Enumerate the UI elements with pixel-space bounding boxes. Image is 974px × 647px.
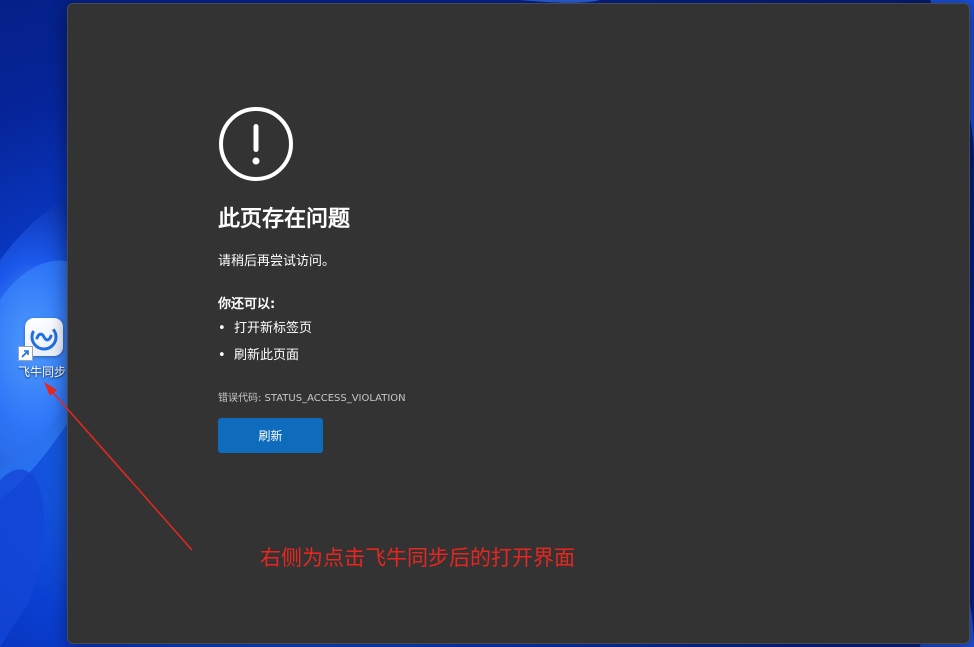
annotation-text: 右侧为点击飞牛同步后的打开界面 xyxy=(260,546,575,570)
bullet-icon: • xyxy=(218,348,226,363)
bullet-icon: • xyxy=(218,321,226,336)
page-title: 此页存在问题 xyxy=(218,207,351,232)
page-subtitle: 请稍后再尝试访问。 xyxy=(218,254,336,269)
option-open-new-tab: • 打开新标签页 xyxy=(218,320,312,347)
options-heading: 你还可以: xyxy=(218,297,276,312)
error-exclamation-icon xyxy=(219,107,293,181)
options-list: • 打开新标签页 • 刷新此页面 xyxy=(218,320,312,374)
option-label: 打开新标签页 xyxy=(234,321,313,336)
desktop: 飞牛同步 此页存在问题 请稍后再尝试访问。 你还可以: • 打开新标签页 • 刷… xyxy=(0,0,974,647)
option-refresh-page: • 刷新此页面 xyxy=(218,347,312,374)
error-code: 错误代码: STATUS_ACCESS_VIOLATION xyxy=(218,393,406,404)
desktop-shortcut-feiniu-sync[interactable]: 飞牛同步 xyxy=(18,318,72,388)
refresh-button[interactable]: 刷新 xyxy=(218,418,323,453)
shortcut-arrow-icon xyxy=(18,346,33,361)
option-label: 刷新此页面 xyxy=(234,348,300,363)
